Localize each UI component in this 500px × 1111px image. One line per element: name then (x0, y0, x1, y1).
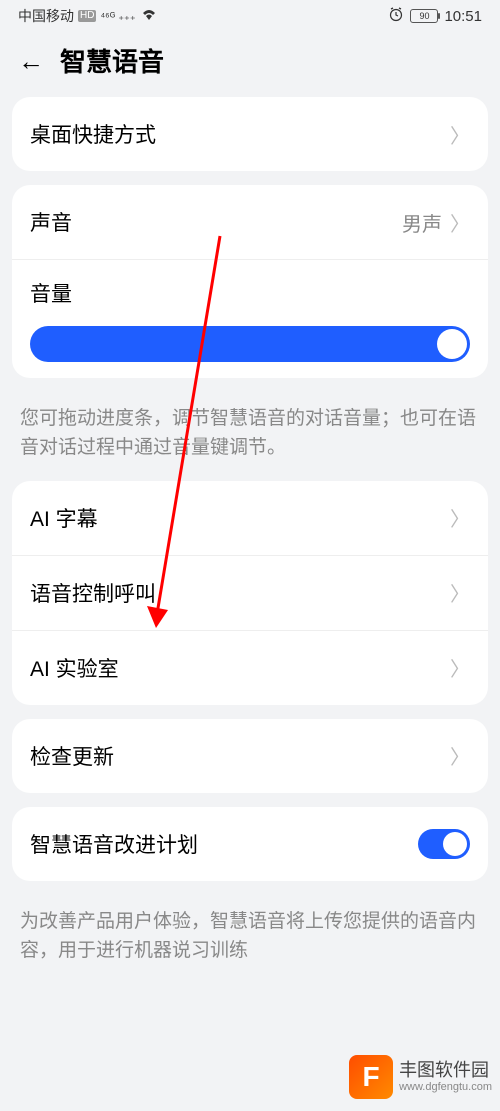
row-ai-subtitle[interactable]: AI 字幕 〉 (12, 481, 488, 555)
watermark-url: www.dgfengtu.com (399, 1081, 492, 1094)
chevron-right-icon: 〉 (450, 208, 470, 237)
watermark-logo: F (349, 1055, 393, 1099)
chevron-right-icon: 〉 (450, 503, 470, 532)
signal-icon: ⁴⁶ᴳ ₊₊₊ (100, 10, 135, 23)
page-title: 智慧语音 (60, 42, 164, 79)
row-desktop-shortcut[interactable]: 桌面快捷方式 〉 (12, 97, 488, 171)
row-volume: 音量 (12, 259, 488, 378)
carrier-label: 中国移动 (18, 6, 74, 26)
alarm-icon (388, 6, 404, 26)
row-ai-lab[interactable]: AI 实验室 〉 (12, 630, 488, 705)
row-label: 桌面快捷方式 (30, 119, 156, 149)
group-sound: 声音 男声 〉 音量 (12, 185, 488, 378)
row-label: 声音 (30, 207, 72, 237)
row-label: 检查更新 (30, 741, 114, 771)
watermark: F 丰图软件园 www.dgfengtu.com (341, 1051, 500, 1103)
battery-level: 90 (419, 11, 429, 21)
status-time: 10:51 (444, 8, 482, 25)
row-label: 语音控制呼叫 (30, 578, 156, 608)
group-update: 检查更新 〉 (12, 719, 488, 793)
row-improve-plan: 智慧语音改进计划 (12, 807, 488, 881)
chevron-right-icon: 〉 (450, 653, 470, 682)
chevron-right-icon: 〉 (450, 120, 470, 149)
slider-thumb[interactable] (437, 329, 467, 359)
volume-label: 音量 (30, 278, 470, 308)
status-bar: 中国移动 HD ⁴⁶ᴳ ₊₊₊ 90 10:51 (0, 0, 500, 30)
group-ai: AI 字幕 〉 语音控制呼叫 〉 AI 实验室 〉 (12, 481, 488, 705)
group-shortcut: 桌面快捷方式 〉 (12, 97, 488, 171)
back-icon[interactable]: ← (18, 48, 44, 74)
page-header: ← 智慧语音 (0, 30, 500, 97)
wifi-icon (140, 7, 158, 25)
row-check-update[interactable]: 检查更新 〉 (12, 719, 488, 793)
group-improve: 智慧语音改进计划 (12, 807, 488, 881)
row-voice[interactable]: 声音 男声 〉 (12, 185, 488, 259)
row-value: 男声 (402, 208, 442, 237)
chevron-right-icon: 〉 (450, 741, 470, 770)
row-label: 智慧语音改进计划 (30, 829, 198, 859)
volume-hint: 您可拖动进度条，调节智慧语音的对话音量；也可在语音对话过程中通过音量键调节。 (0, 392, 500, 481)
hd-badge: HD (78, 10, 96, 22)
row-label: AI 实验室 (30, 653, 119, 683)
improve-hint: 为改善产品用户体验，智慧语音将上传您提供的语音内容，用于进行机器说习训练 (0, 895, 500, 984)
chevron-right-icon: 〉 (450, 578, 470, 607)
volume-slider[interactable] (30, 326, 470, 362)
toggle-improve-plan[interactable] (418, 829, 470, 859)
battery-icon: 90 (410, 9, 438, 23)
row-voice-call[interactable]: 语音控制呼叫 〉 (12, 555, 488, 630)
watermark-name: 丰图软件园 (399, 1060, 492, 1082)
row-label: AI 字幕 (30, 503, 98, 533)
